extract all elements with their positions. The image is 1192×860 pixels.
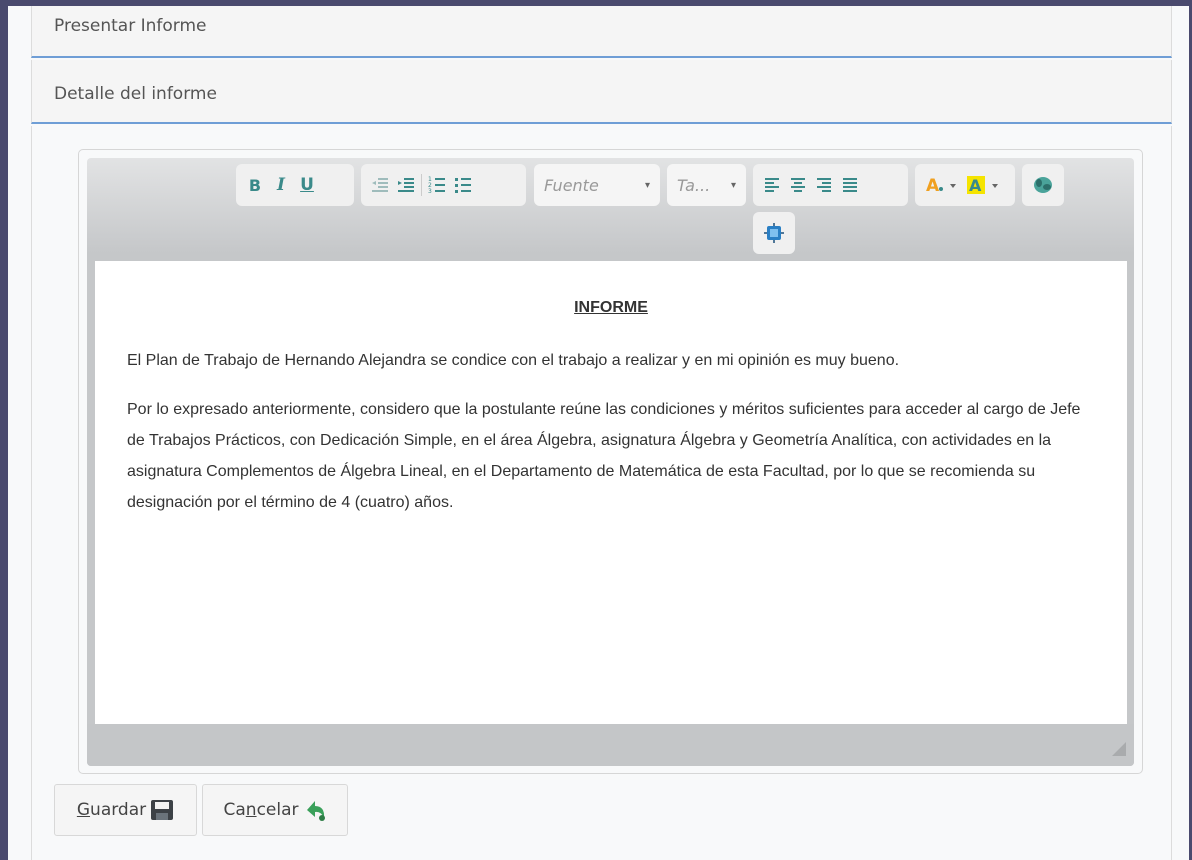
- window-frame-left: [0, 0, 8, 860]
- svg-text:A: A: [969, 176, 982, 195]
- panel-report-detail-title: Detalle del informe: [54, 84, 217, 104]
- toolbar-alignment: [753, 164, 908, 206]
- align-left-icon: [765, 178, 779, 192]
- bold-button[interactable]: B: [242, 171, 268, 199]
- chevron-down-icon: ▾: [644, 179, 650, 191]
- document-paragraph: El Plan de Trabajo de Hernando Alejandra…: [127, 352, 900, 369]
- toolbar-colors: A A: [915, 164, 1015, 206]
- panel-present-report-header: Presentar Informe: [31, 6, 1172, 58]
- save-button[interactable]: Guardar: [54, 784, 197, 836]
- font-size-select[interactable]: Ta... ▾: [667, 164, 746, 206]
- document-paragraph: Por lo expresado anteriormente, consider…: [127, 401, 1081, 511]
- font-size-value: Ta...: [677, 175, 711, 195]
- svg-text:3: 3: [428, 188, 432, 194]
- toolbar-separator: [421, 174, 422, 196]
- justify-icon: [843, 178, 857, 192]
- font-family-value: Fuente: [544, 175, 599, 195]
- editor-resize-handle[interactable]: [1112, 742, 1126, 756]
- toolbar-source: [1022, 164, 1064, 206]
- cancel-label-accesskey: n: [245, 800, 257, 820]
- editor-content-area[interactable]: INFORME El Plan de Trabajo de Hernando A…: [95, 261, 1127, 724]
- underline-button[interactable]: U: [294, 171, 320, 199]
- toolbar-basic-styles: B I U: [236, 164, 354, 206]
- chevron-down-icon: ▾: [730, 179, 736, 191]
- bulleted-list-icon: [455, 178, 471, 193]
- text-color-button[interactable]: A: [921, 171, 963, 199]
- font-family-select[interactable]: Fuente ▾: [534, 164, 660, 206]
- outdent-icon: [372, 178, 388, 192]
- align-right-icon: [817, 178, 831, 192]
- editor-status-bar: [87, 724, 1134, 766]
- toolbar-paragraph: 123: [361, 164, 526, 206]
- svg-text:A: A: [926, 176, 940, 195]
- back-arrow-icon: [306, 801, 325, 821]
- save-label-post: uardar: [90, 800, 147, 820]
- font-color-icon: A: [926, 176, 956, 195]
- html-source-icon: [1034, 177, 1052, 193]
- justify-button[interactable]: [837, 171, 863, 199]
- align-center-button[interactable]: [785, 171, 811, 199]
- maximize-icon: [764, 223, 784, 243]
- cancel-button[interactable]: Cancelar: [202, 784, 348, 836]
- italic-button[interactable]: I: [268, 171, 294, 199]
- maximize-button[interactable]: [759, 219, 789, 247]
- cancel-label-pre: Ca: [223, 800, 246, 820]
- align-center-icon: [791, 178, 805, 192]
- outdent-button[interactable]: [367, 171, 393, 199]
- floppy-disk-icon: [151, 800, 174, 820]
- toolbar-tools: [753, 212, 795, 254]
- cancel-label-post: celar: [256, 800, 299, 820]
- bulleted-list-button[interactable]: [450, 171, 476, 199]
- save-button-label: Guardar: [77, 800, 146, 820]
- highlight-color-icon: A: [967, 176, 998, 195]
- save-label-accesskey: G: [76, 800, 91, 820]
- panel-present-report-title: Presentar Informe: [54, 16, 207, 36]
- indent-button[interactable]: [393, 171, 419, 199]
- cancel-button-label: Cancelar: [223, 800, 298, 820]
- panel-report-detail-header: Detalle del informe: [31, 60, 1172, 124]
- indent-icon: [398, 178, 414, 192]
- numbered-list-icon: 123: [428, 176, 445, 194]
- align-left-button[interactable]: [759, 171, 785, 199]
- numbered-list-button[interactable]: 123: [424, 171, 450, 199]
- document-heading: INFORME: [574, 299, 648, 316]
- background-color-button[interactable]: A: [963, 171, 1005, 199]
- source-button[interactable]: [1028, 171, 1058, 199]
- align-right-button[interactable]: [811, 171, 837, 199]
